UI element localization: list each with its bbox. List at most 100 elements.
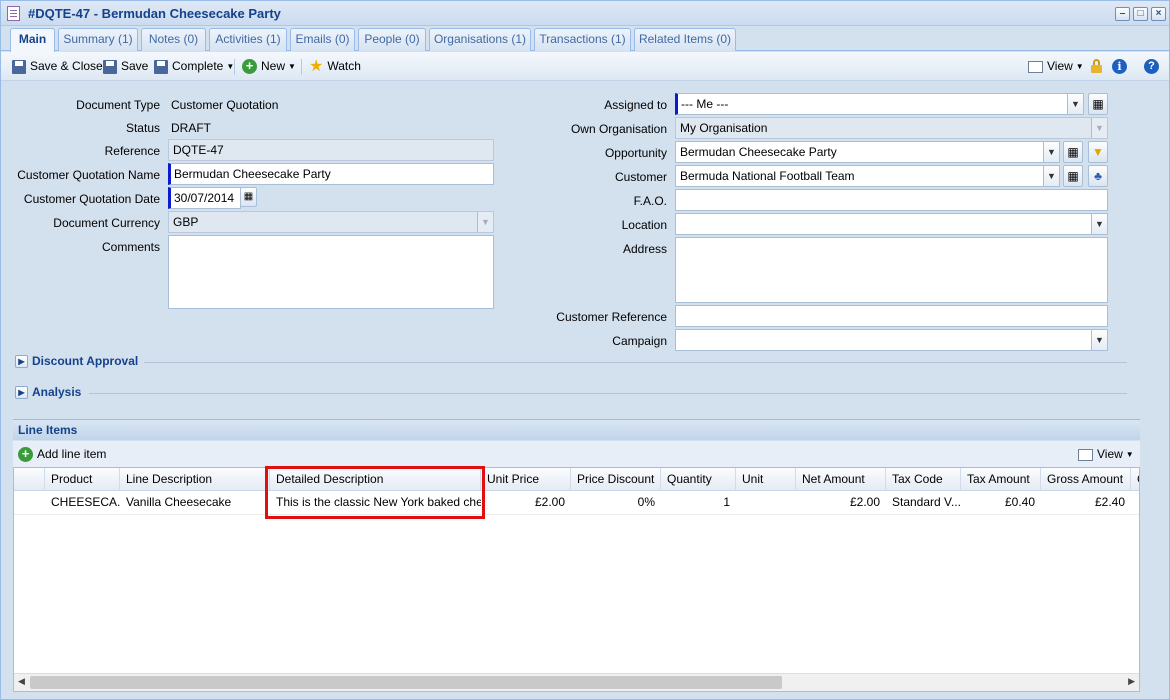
own-org-select[interactable]: My Organisation ▼: [675, 117, 1108, 139]
column-header-net-amount[interactable]: Net Amount: [796, 468, 886, 491]
column-header-rownum: [14, 468, 45, 491]
chevron-down-icon[interactable]: ▼: [1043, 166, 1059, 186]
analysis-section[interactable]: ▶ Analysis: [15, 385, 81, 403]
cell-gross-amount: £2.40: [1094, 495, 1125, 509]
calendar-icon[interactable]: ▦: [240, 187, 257, 207]
column-header-unit-price[interactable]: Unit Price: [481, 468, 571, 491]
location-select[interactable]: ▼: [675, 213, 1108, 235]
expand-icon[interactable]: ▶: [15, 386, 28, 400]
tab-people[interactable]: People (0): [358, 28, 426, 51]
currency-select[interactable]: GBP ▼: [168, 211, 494, 233]
customer-select[interactable]: Bermuda National Football Team ▼: [675, 165, 1060, 187]
fao-field[interactable]: [675, 189, 1108, 211]
column-header-price-discount[interactable]: Price Discount: [571, 468, 661, 491]
tab-organisations[interactable]: Organisations (1): [429, 28, 531, 51]
status-value: DRAFT: [171, 121, 211, 135]
add-line-item-button[interactable]: + Add line item: [18, 446, 106, 464]
column-header-quantity[interactable]: Quantity: [661, 468, 736, 491]
minimize-button[interactable]: –: [1115, 7, 1130, 21]
tab-emails[interactable]: Emails (0): [290, 28, 355, 51]
save-button[interactable]: Save: [103, 58, 148, 76]
tab-activities[interactable]: Activities (1): [209, 28, 287, 51]
view-icon: [1028, 60, 1043, 73]
view-menu-button[interactable]: View ▼: [1028, 58, 1084, 76]
customer-value: Bermuda National Football Team: [680, 169, 855, 183]
campaign-label: Campaign: [612, 334, 667, 348]
chevron-down-icon[interactable]: ▼: [1091, 118, 1107, 138]
customer-picker-icon[interactable]: ▦: [1063, 165, 1083, 187]
fao-label: F.A.O.: [633, 194, 667, 208]
quotation-date-field[interactable]: 30/07/2014: [168, 187, 241, 209]
column-header-tax-amount[interactable]: Tax Amount: [961, 468, 1041, 491]
table-row[interactable]: CHEESECA... Vanilla Cheesecake This is t…: [14, 491, 1139, 515]
discount-approval-section[interactable]: ▶ Discount Approval: [15, 354, 138, 372]
reference-field[interactable]: DQTE-47: [168, 139, 494, 161]
chevron-down-icon[interactable]: ▼: [1091, 330, 1107, 350]
save-icon: [103, 59, 117, 74]
address-textarea[interactable]: [675, 237, 1108, 303]
tab-main[interactable]: Main: [10, 28, 55, 52]
new-button[interactable]: + New ▼: [242, 58, 296, 76]
info-icon[interactable]: i: [1112, 59, 1127, 74]
filter-icon[interactable]: ▼: [1088, 141, 1108, 163]
lock-icon[interactable]: [1091, 59, 1102, 74]
watch-label: Watch: [327, 59, 361, 73]
opportunity-label: Opportunity: [604, 146, 667, 160]
horizontal-scrollbar[interactable]: ◀ ▶: [14, 673, 1139, 691]
tab-related-items[interactable]: Related Items (0): [634, 28, 736, 51]
cell-price-discount: 0%: [637, 495, 655, 509]
discount-approval-title: Discount Approval: [32, 354, 139, 368]
column-header-extra[interactable]: C: [1131, 468, 1139, 491]
chevron-down-icon[interactable]: ▼: [1043, 142, 1059, 162]
quotation-name-field[interactable]: Bermudan Cheesecake Party: [168, 163, 494, 185]
line-items-view-button[interactable]: View ▼: [1078, 446, 1134, 464]
save-close-label: Save & Close: [30, 59, 103, 73]
chevron-down-icon: ▼: [1075, 61, 1084, 71]
column-header-detailed-description[interactable]: Detailed Description: [270, 468, 481, 491]
comments-textarea[interactable]: [168, 235, 494, 309]
window-title: #DQTE-47 - Bermudan Cheesecake Party: [28, 6, 281, 21]
tab-transactions[interactable]: Transactions (1): [534, 28, 631, 51]
document-type-value: Customer Quotation: [171, 98, 279, 112]
column-header-unit[interactable]: Unit: [736, 468, 796, 491]
scrollbar-thumb[interactable]: [30, 676, 782, 689]
cell-tax-amount: £0.40: [1004, 495, 1035, 509]
chevron-down-icon[interactable]: ▼: [1091, 214, 1107, 234]
save-close-button[interactable]: Save & Close: [12, 58, 103, 76]
scroll-left-icon[interactable]: ◀: [18, 676, 25, 687]
column-header-gross-amount[interactable]: Gross Amount: [1041, 468, 1131, 491]
expand-icon[interactable]: ▶: [15, 355, 28, 369]
tab-notes[interactable]: Notes (0): [141, 28, 206, 51]
chevron-down-icon[interactable]: ▼: [1067, 94, 1083, 114]
section-divider: [89, 393, 1127, 394]
view-label: View: [1047, 59, 1073, 73]
chevron-down-icon[interactable]: ▼: [477, 212, 493, 232]
maximize-button[interactable]: □: [1133, 7, 1148, 21]
complete-button[interactable]: Complete ▼: [154, 58, 234, 76]
column-header-line-description[interactable]: Line Description: [120, 468, 270, 491]
location-label: Location: [621, 218, 667, 232]
close-button[interactable]: ×: [1151, 7, 1166, 21]
column-header-product[interactable]: Product: [45, 468, 120, 491]
own-org-label: Own Organisation: [570, 122, 667, 136]
customer-reference-field[interactable]: [675, 305, 1108, 327]
cell-unit-price: £2.00: [534, 495, 565, 509]
column-header-tax-code[interactable]: Tax Code: [886, 468, 961, 491]
chevron-down-icon: ▼: [288, 61, 296, 71]
quotation-name-label: Customer Quotation Name: [17, 168, 160, 182]
help-icon[interactable]: ?: [1144, 59, 1159, 74]
scroll-right-icon[interactable]: ▶: [1128, 676, 1135, 687]
assigned-picker-icon[interactable]: ▦: [1088, 93, 1108, 115]
assigned-to-select[interactable]: --- Me --- ▼: [675, 93, 1084, 115]
watch-button[interactable]: ★ Watch: [309, 58, 361, 76]
opportunity-select[interactable]: Bermudan Cheesecake Party ▼: [675, 141, 1060, 163]
opportunity-picker-icon[interactable]: ▦: [1063, 141, 1083, 163]
quotation-date-label: Customer Quotation Date: [23, 192, 160, 206]
tab-summary[interactable]: Summary (1): [58, 28, 138, 51]
section-divider: [144, 362, 1127, 363]
campaign-select[interactable]: ▼: [675, 329, 1108, 351]
toolbar-divider: [234, 59, 235, 75]
organisation-icon[interactable]: ♣: [1088, 165, 1108, 187]
cell-product: CHEESECA...: [51, 495, 120, 509]
cell-tax-code: Standard V...: [892, 495, 961, 509]
